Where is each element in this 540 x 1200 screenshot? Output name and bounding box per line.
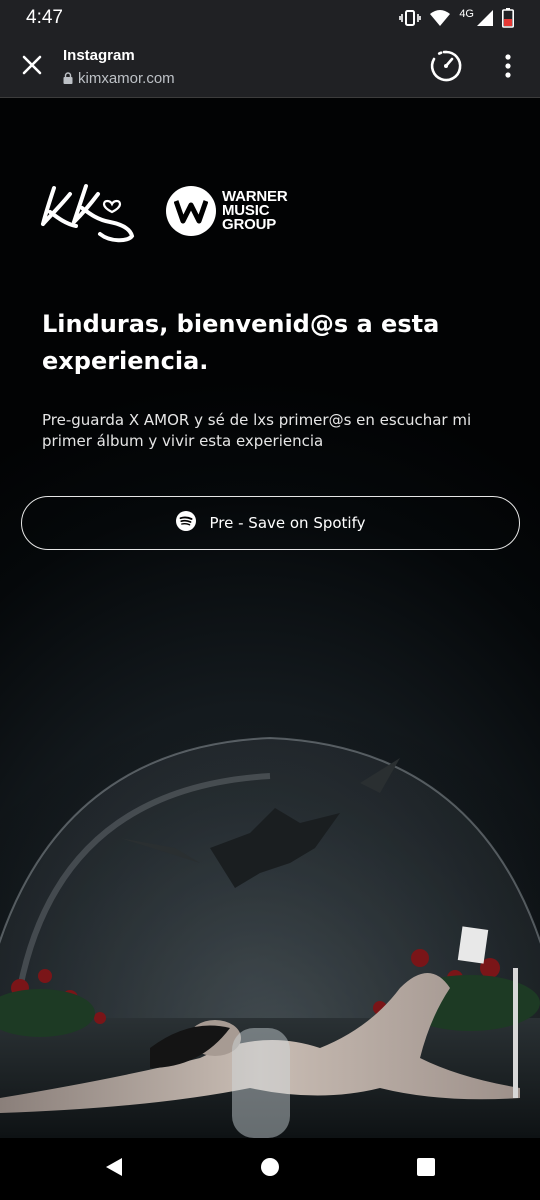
nav-back-button[interactable] <box>100 1155 128 1183</box>
nav-home-button[interactable] <box>256 1155 284 1183</box>
url-row: kimxamor.com <box>63 69 175 88</box>
back-icon <box>103 1156 125 1182</box>
web-page: WARNER MUSIC GROUP Linduras, bienvenid@s… <box>0 98 540 1138</box>
label-line-3: GROUP <box>222 216 277 233</box>
artist-monogram-icon <box>41 184 135 243</box>
lite-mode-button[interactable] <box>426 48 466 88</box>
artist-logo <box>40 178 136 248</box>
presave-button-label: Pre - Save on Spotify <box>209 514 366 532</box>
spotify-icon <box>175 511 196 535</box>
page-url: kimxamor.com <box>78 70 175 87</box>
page-headline: Linduras, bienvenid@s a esta experiencia… <box>42 310 440 375</box>
nav-recents-button[interactable] <box>412 1155 440 1183</box>
status-time: 4:47 <box>26 7 63 28</box>
warner-w-icon <box>166 186 216 236</box>
system-nav-bar <box>0 1138 540 1200</box>
presave-spotify-button[interactable]: Pre - Save on Spotify <box>21 496 520 550</box>
lite-mode-icon <box>429 49 463 87</box>
label-wordmark: WARNER MUSIC GROUP <box>222 189 288 233</box>
toolbar-title: Instagram <box>63 47 135 64</box>
signal-icon <box>476 9 494 27</box>
close-button[interactable] <box>14 49 50 85</box>
warner-music-group-logo: WARNER MUSIC GROUP <box>166 186 288 236</box>
wifi-icon <box>429 9 451 27</box>
page-subtext: Pre-guarda X AMOR y sé de lxs primer@s e… <box>42 411 472 450</box>
status-icons: 4G <box>399 8 514 28</box>
status-bar: 4:47 4G <box>0 0 540 36</box>
more-options-button[interactable] <box>492 48 524 88</box>
battery-icon <box>502 8 514 28</box>
lock-icon <box>63 69 73 88</box>
custom-tab-toolbar: Instagram kimxamor.com <box>0 36 540 98</box>
home-icon <box>260 1157 280 1181</box>
album-artwork <box>0 658 540 1138</box>
vibrate-icon <box>399 9 422 27</box>
recents-icon <box>416 1157 436 1181</box>
close-icon <box>22 55 42 79</box>
more-vert-icon <box>505 54 511 82</box>
network-type: 4G <box>459 8 474 20</box>
